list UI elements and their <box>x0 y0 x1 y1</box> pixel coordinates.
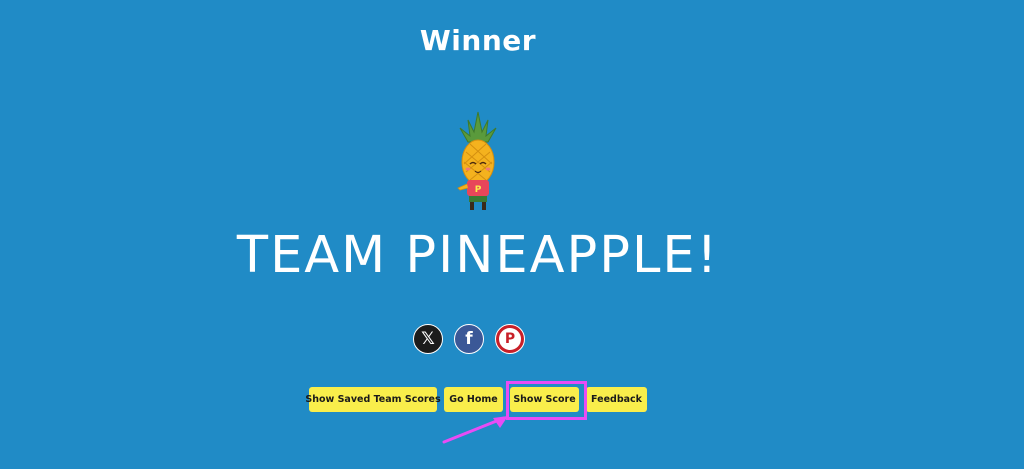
social-share-bar: 𝕏 f P <box>413 324 525 354</box>
pinterest-share-button[interactable]: P <box>495 324 525 354</box>
facebook-icon: f <box>465 329 473 349</box>
show-score-button[interactable]: Show Score <box>510 387 579 412</box>
facebook-share-button[interactable]: f <box>454 324 484 354</box>
feedback-button[interactable]: Feedback <box>586 387 647 412</box>
show-saved-team-scores-button[interactable]: Show Saved Team Scores <box>305 387 441 412</box>
go-home-button[interactable]: Go Home <box>444 387 503 412</box>
pointer-arrow-icon <box>442 416 508 444</box>
page-title: Winner <box>419 24 537 57</box>
pinterest-icon: P <box>499 328 521 350</box>
x-icon: 𝕏 <box>421 329 435 349</box>
action-buttons: Show Saved Team Scores Go Home Show Scor… <box>305 387 647 412</box>
pineapple-mascot-icon: P <box>457 111 497 210</box>
mascot-shirt-letter: P <box>475 185 482 195</box>
x-share-button[interactable]: 𝕏 <box>413 324 443 354</box>
winner-team-name: TEAM PINEAPPLE! <box>236 226 720 285</box>
